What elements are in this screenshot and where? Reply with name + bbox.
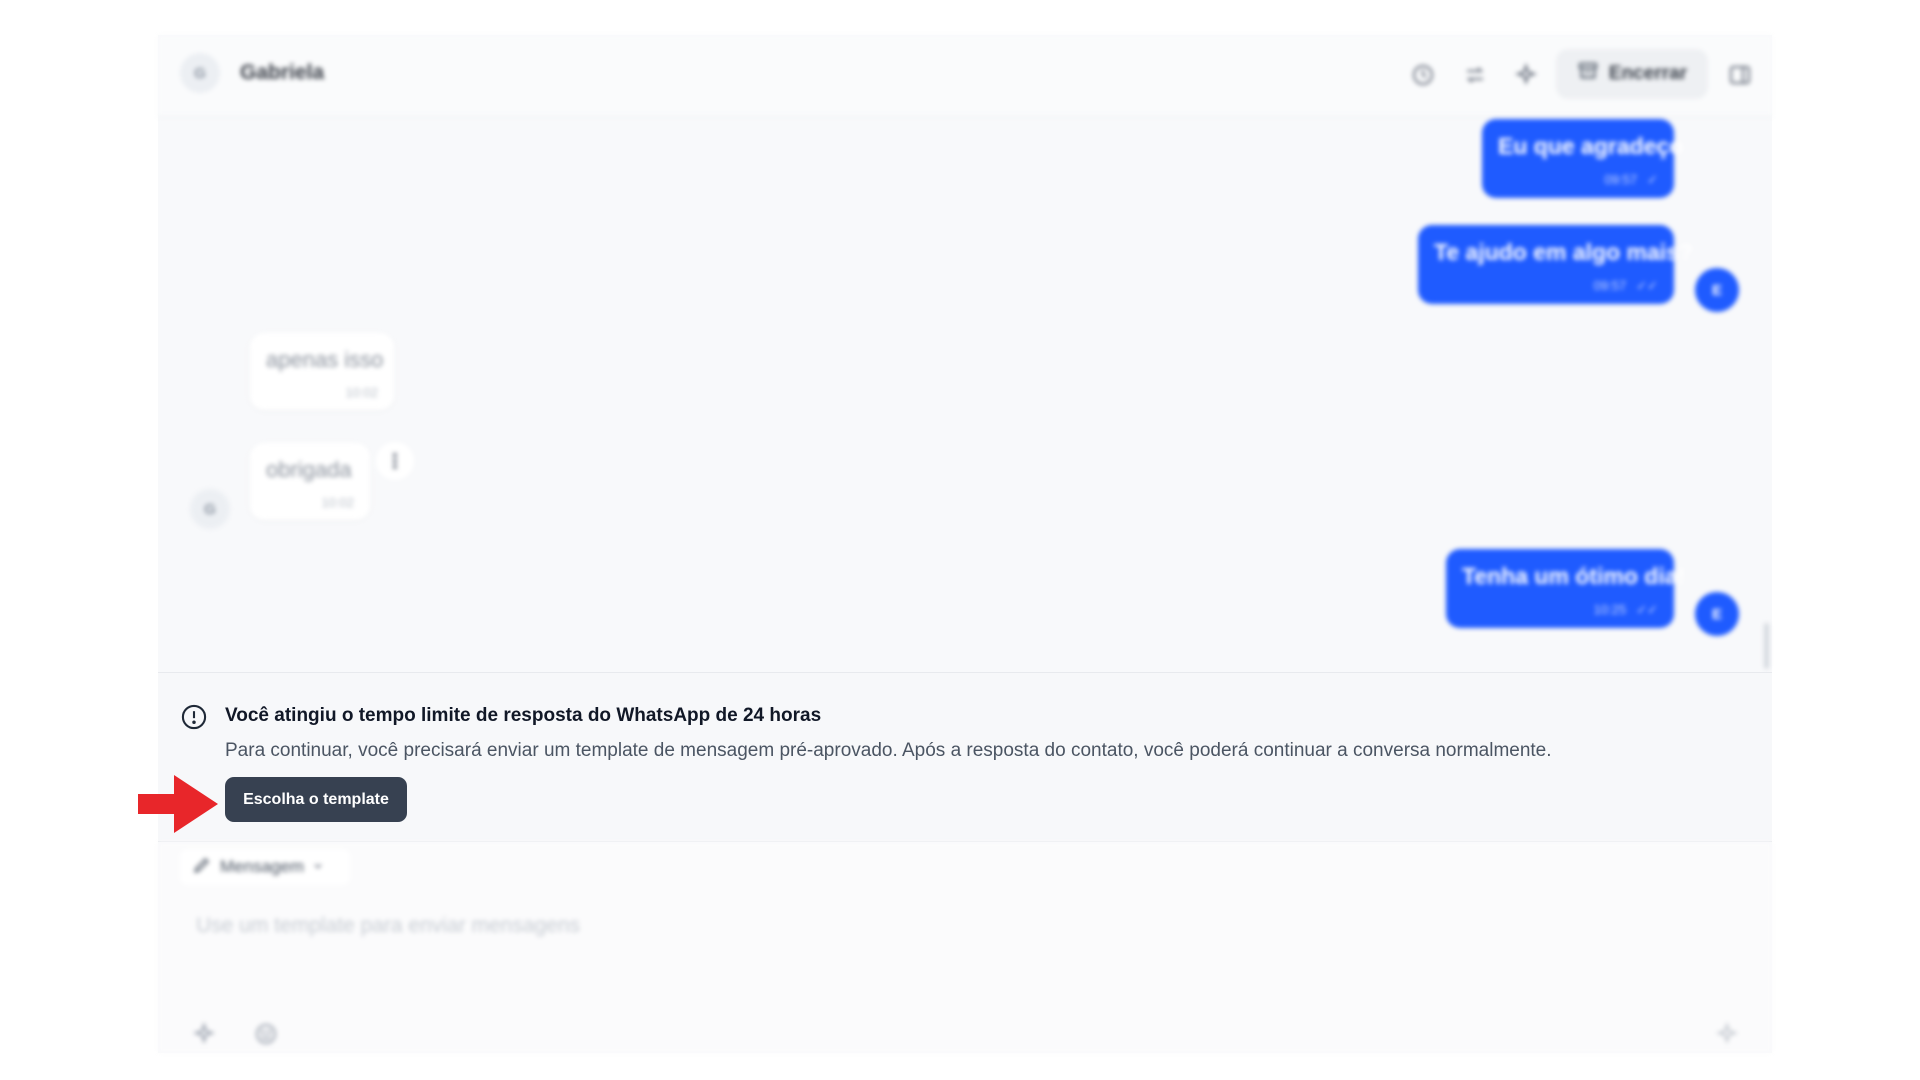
check-icon: ✓ xyxy=(1647,172,1658,187)
contact-name[interactable]: Gabriela xyxy=(240,61,324,85)
message-time: 10:02 xyxy=(345,385,378,400)
message-input[interactable] xyxy=(196,914,1296,938)
chat-window: G Gabriela Encerrar Eu que agradeço 09:5… xyxy=(158,35,1772,1053)
send-icon[interactable] xyxy=(1711,1018,1743,1050)
message-text: Tenha um ótimo dia! xyxy=(1462,563,1686,589)
message-menu-button[interactable]: ⋮ xyxy=(376,442,414,480)
archive-icon xyxy=(1577,60,1599,88)
message-incoming: obrigada 10:02 xyxy=(250,443,370,520)
contact-avatar[interactable]: G xyxy=(180,53,220,93)
whatsapp-window-notice: Você atingiu o tempo limite de resposta … xyxy=(158,672,1772,842)
scrollbar[interactable] xyxy=(1764,623,1769,669)
message-composer: Mensagem xyxy=(158,842,1772,1053)
red-arrow-annotation xyxy=(138,775,218,838)
message-time: 10:02 xyxy=(321,495,354,510)
sparkle-icon[interactable] xyxy=(1511,60,1541,90)
message-incoming: apenas isso 10:02 xyxy=(250,333,394,410)
double-check-icon: ✓✓ xyxy=(1636,602,1658,617)
chevron-down-icon xyxy=(312,857,324,877)
message-time: 09:57 xyxy=(1604,172,1638,187)
pencil-icon xyxy=(192,855,212,880)
message-outgoing: Eu que agradeço 09:57 ✓ xyxy=(1482,119,1684,198)
clock-icon[interactable] xyxy=(1408,60,1438,90)
sparkle-icon[interactable] xyxy=(188,1018,220,1050)
message-text: Te ajudo em algo mais? xyxy=(1434,239,1694,265)
notice-description: Para continuar, você precisará enviar um… xyxy=(225,740,1552,761)
notice-title: Você atingiu o tempo limite de resposta … xyxy=(225,705,822,726)
agent-avatar: E xyxy=(1695,592,1739,636)
message-text: apenas isso xyxy=(266,347,384,372)
message-outgoing: Te ajudo em algo mais? 09:57 ✓✓ xyxy=(1418,225,1694,304)
emoji-icon[interactable] xyxy=(250,1018,282,1050)
agent-avatar: E xyxy=(1695,268,1739,312)
message-text: Eu que agradeço xyxy=(1498,133,1684,159)
transfer-icon[interactable] xyxy=(1460,60,1490,90)
message-time: 09:57 xyxy=(1593,278,1627,293)
message-text: obrigada xyxy=(266,457,352,482)
sidebar-toggle-icon[interactable] xyxy=(1725,60,1755,90)
chat-header: G Gabriela Encerrar xyxy=(158,35,1772,117)
alert-circle-icon xyxy=(180,703,208,736)
message-time: 10:25 xyxy=(1593,602,1627,617)
choose-template-button[interactable]: Escolha o template xyxy=(225,777,407,822)
message-mode-label: Mensagem xyxy=(220,857,305,876)
end-conversation-button[interactable]: Encerrar xyxy=(1556,49,1708,99)
double-check-icon: ✓✓ xyxy=(1636,278,1658,293)
end-conversation-label: Encerrar xyxy=(1608,63,1688,84)
message-mode-selector[interactable]: Mensagem xyxy=(180,849,350,885)
message-outgoing: Tenha um ótimo dia! 10:25 ✓✓ xyxy=(1446,549,1686,628)
contact-avatar: G xyxy=(190,489,230,529)
